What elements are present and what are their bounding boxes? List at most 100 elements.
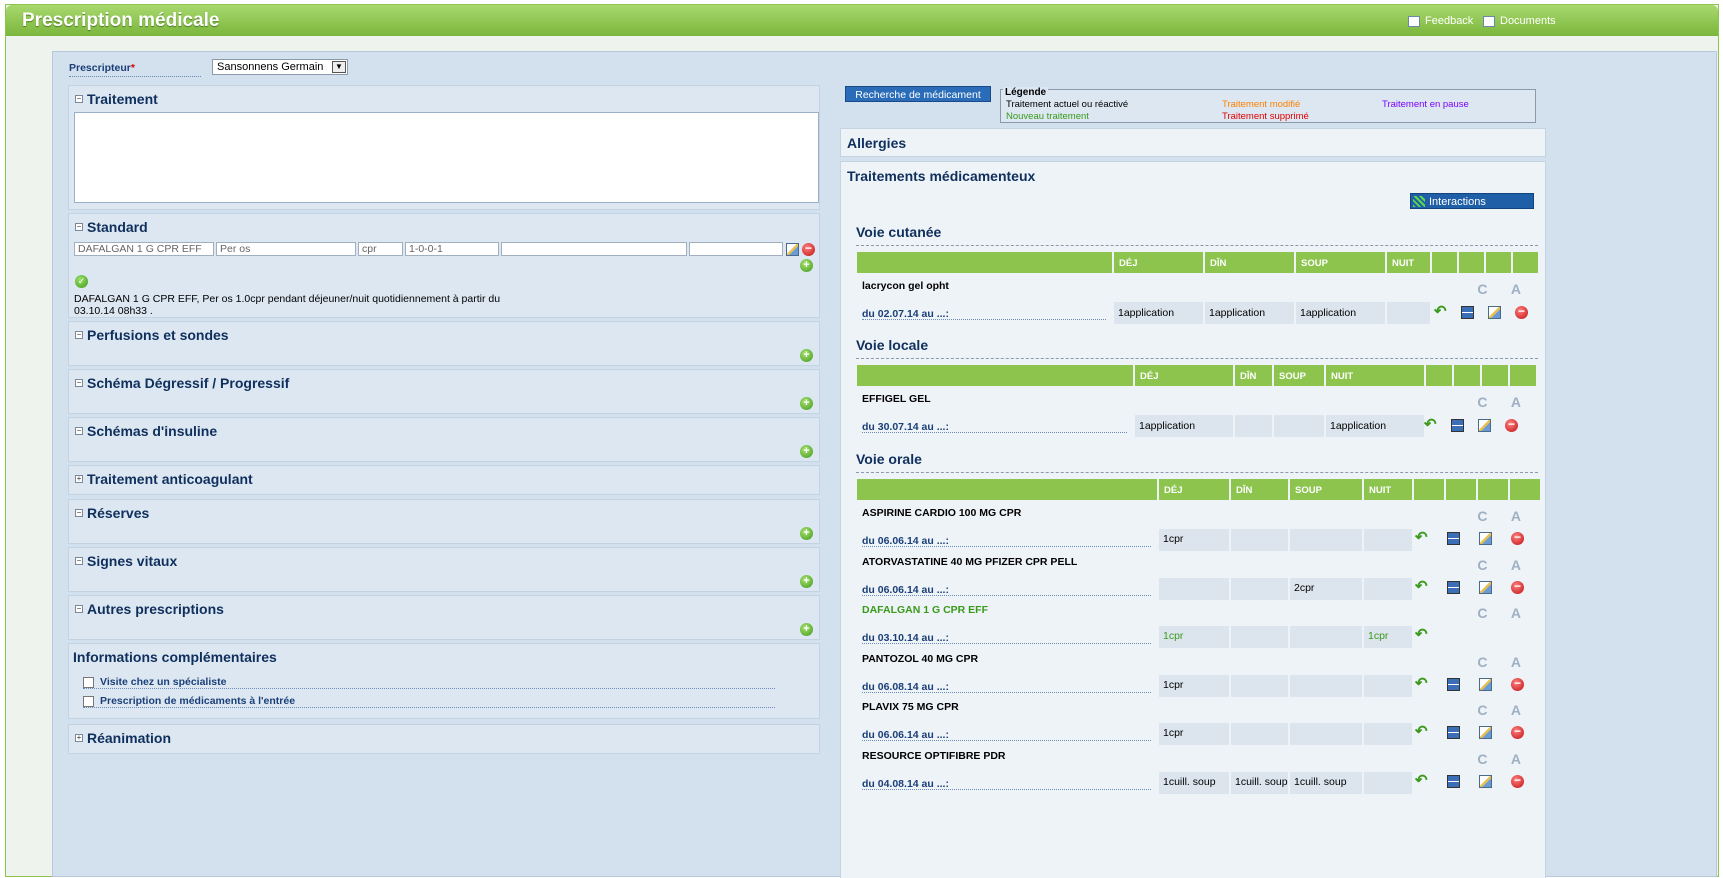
interactions-button[interactable]: Interactions <box>1410 193 1534 209</box>
header-action <box>1459 252 1486 273</box>
collapse-icon[interactable]: − <box>75 223 83 231</box>
documents-link[interactable]: Documents <box>1483 15 1556 27</box>
section-perfusions: − Perfusions et sondes + <box>68 321 820 366</box>
pause-icon[interactable] <box>1447 677 1460 691</box>
traitement-textarea[interactable] <box>74 112 819 203</box>
unit-input[interactable]: cpr <box>358 242 403 256</box>
ca-icons[interactable]: C A <box>1477 394 1531 410</box>
edit-icon[interactable] <box>1479 774 1492 788</box>
expand-icon[interactable]: + <box>75 475 83 483</box>
add-icon[interactable]: + <box>800 575 813 588</box>
edit-icon[interactable] <box>1479 677 1492 691</box>
remove-icon[interactable]: − <box>802 242 815 256</box>
med-name: RESOURCE OPTIFIBRE PDR <box>862 749 1006 762</box>
med-date[interactable]: du 06.08.14 au ...: <box>857 675 1159 697</box>
header-dej: DÉJ <box>1114 252 1205 273</box>
row-actions: ↶ − <box>1415 579 1524 594</box>
med-date[interactable]: du 06.06.14 au ...: <box>857 723 1159 745</box>
med-date[interactable]: du 06.06.14 au ...: <box>857 529 1159 551</box>
edit-icon[interactable] <box>786 243 799 256</box>
edit-icon[interactable] <box>1479 580 1492 594</box>
dose-nuit <box>1387 302 1432 324</box>
pause-icon[interactable] <box>1447 580 1460 594</box>
reactivate-icon[interactable]: ↶ <box>1415 530 1428 545</box>
edit-icon[interactable] <box>1479 726 1492 739</box>
schedule-input[interactable]: 1-0-0-1 <box>405 242 499 256</box>
edit-icon[interactable] <box>1479 532 1492 545</box>
add-icon[interactable]: + <box>800 259 813 272</box>
section-title: Autres prescriptions <box>87 601 224 617</box>
collapse-icon[interactable]: − <box>75 331 83 339</box>
edit-icon[interactable] <box>1478 419 1491 432</box>
pause-icon[interactable] <box>1451 419 1464 432</box>
expand-icon[interactable]: + <box>75 734 83 742</box>
med-date[interactable]: du 04.08.14 au ...: <box>857 772 1159 794</box>
remove-icon[interactable]: − <box>1511 531 1524 545</box>
visite-option[interactable]: Visite chez un spécialiste <box>83 676 775 689</box>
remove-icon[interactable]: − <box>1511 725 1524 739</box>
reactivate-icon[interactable]: ↶ <box>1415 579 1428 594</box>
add-icon[interactable]: + <box>800 445 813 458</box>
add-icon[interactable]: + <box>800 349 813 362</box>
collapse-icon[interactable]: − <box>75 509 83 517</box>
reactivate-icon[interactable]: ↶ <box>1415 627 1428 642</box>
medication-input[interactable]: DAFALGAN 1 G CPR EFF <box>74 242 214 256</box>
pause-icon[interactable] <box>1447 774 1460 788</box>
collapse-icon[interactable]: − <box>75 95 83 103</box>
chevron-down-icon[interactable]: ▼ <box>332 61 346 73</box>
ca-icons[interactable]: C A <box>1477 508 1531 524</box>
header-soup: SOUP <box>1296 252 1387 273</box>
remove-icon[interactable]: − <box>1511 580 1524 594</box>
ca-icons[interactable]: C A <box>1477 557 1531 573</box>
add-icon[interactable]: + <box>800 527 813 540</box>
collapse-icon[interactable]: − <box>75 379 83 387</box>
ca-icons[interactable]: C A <box>1477 702 1531 718</box>
voie-cutanee-title: Voie cutanée <box>856 224 942 240</box>
prescripteur-select[interactable]: Sansonnens Germain ▼ <box>212 59 348 75</box>
edit-icon[interactable] <box>1488 306 1501 319</box>
remove-icon[interactable]: − <box>1515 305 1528 319</box>
reactivate-icon[interactable]: ↶ <box>1415 676 1428 691</box>
reactivate-icon[interactable]: ↶ <box>1434 304 1447 319</box>
extra-input-1[interactable] <box>501 242 687 256</box>
ca-icons[interactable]: C A <box>1477 281 1531 297</box>
header-name <box>857 479 1159 500</box>
pause-icon[interactable] <box>1461 306 1474 319</box>
ca-icons[interactable]: C A <box>1477 654 1531 670</box>
extra-input-2[interactable] <box>689 242 783 256</box>
remove-icon[interactable]: − <box>1511 677 1524 691</box>
reactivate-icon[interactable]: ↶ <box>1424 417 1437 432</box>
pause-icon[interactable] <box>1447 726 1460 739</box>
ca-icons[interactable]: C A <box>1477 605 1531 621</box>
med-date[interactable]: du 03.10.14 au ...: <box>857 626 1159 648</box>
med-date[interactable]: du 06.06.14 au ...: <box>857 578 1159 600</box>
add-icon[interactable]: + <box>800 397 813 410</box>
allergies-title: Allergies <box>847 135 907 151</box>
voie-locale-title: Voie locale <box>856 337 929 353</box>
med-date[interactable]: du 02.07.14 au ...: <box>857 302 1114 324</box>
pause-icon[interactable] <box>1447 532 1460 545</box>
remove-icon[interactable]: − <box>1505 418 1518 432</box>
entree-checkbox[interactable] <box>83 695 94 707</box>
collapse-icon[interactable]: − <box>75 605 83 613</box>
med-date[interactable]: du 30.07.14 au ...: <box>857 415 1135 437</box>
collapse-icon[interactable]: − <box>75 557 83 565</box>
section-autres: − Autres prescriptions + <box>68 595 820 640</box>
reactivate-icon[interactable]: ↶ <box>1415 773 1428 788</box>
prescripteur-label: Prescripteur* <box>69 62 201 77</box>
reactivate-icon[interactable]: ↶ <box>1415 724 1428 739</box>
header-din: DÎN <box>1235 365 1274 386</box>
visite-checkbox[interactable] <box>83 676 94 688</box>
collapse-icon[interactable]: − <box>75 427 83 435</box>
remove-icon[interactable]: − <box>1511 774 1524 788</box>
dose-dej: 1cpr <box>1159 626 1231 648</box>
route-input[interactable]: Per os <box>216 242 356 256</box>
search-medication-button[interactable]: Recherche de médicament <box>845 86 991 102</box>
dose-dej: 1cuill. soup <box>1159 771 1231 794</box>
feedback-link[interactable]: Feedback <box>1408 15 1473 27</box>
entree-option[interactable]: Prescription de médicaments à l'entrée <box>83 695 775 708</box>
ca-icons[interactable]: C A <box>1477 751 1531 767</box>
header-action <box>1414 479 1446 500</box>
row-actions: ↶ − <box>1434 304 1528 319</box>
add-icon[interactable]: + <box>800 623 813 636</box>
